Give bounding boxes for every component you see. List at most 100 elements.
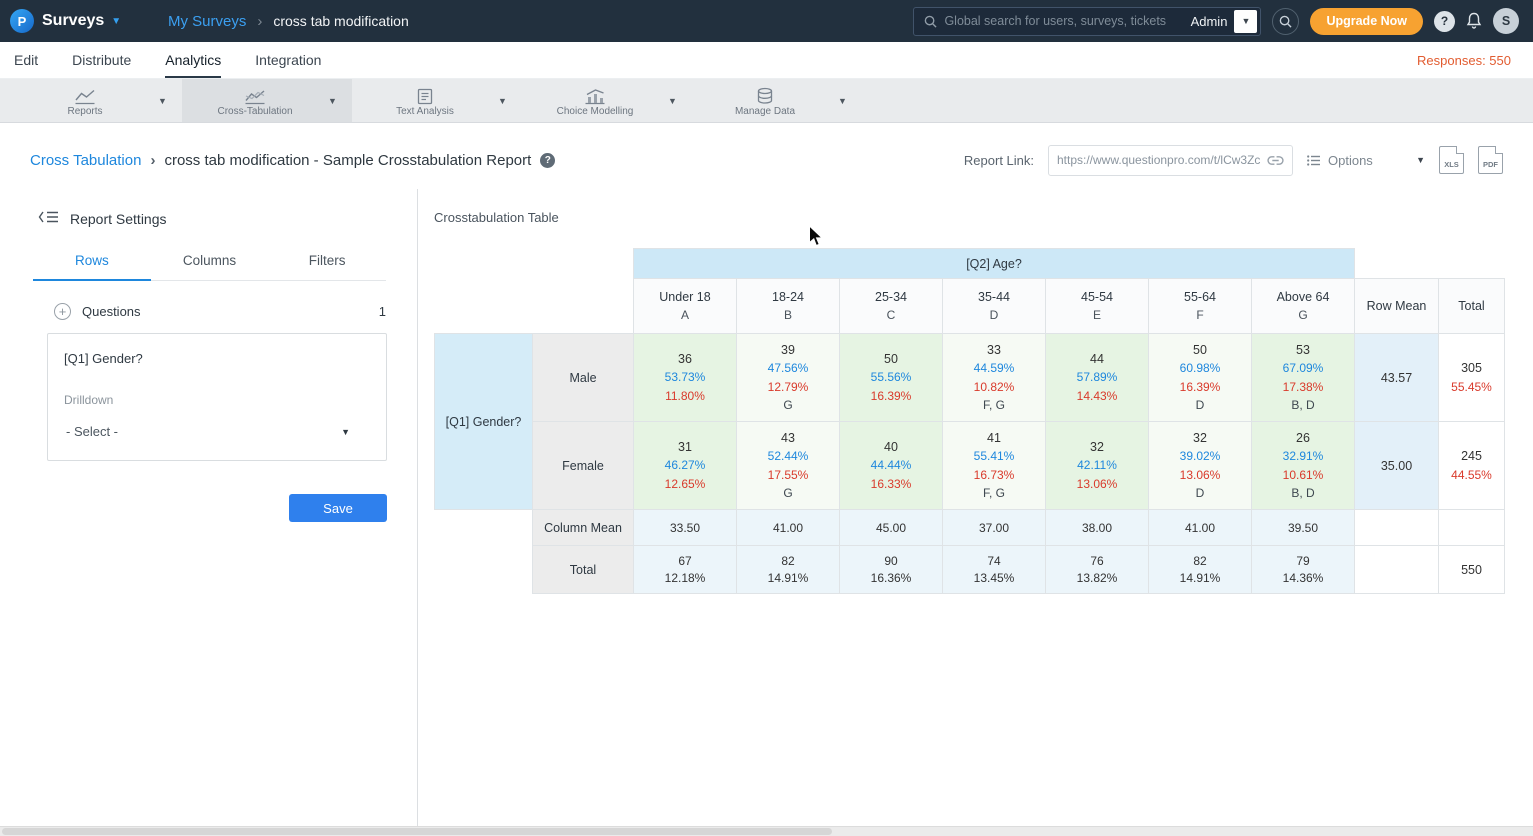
avatar[interactable]: S [1493, 8, 1519, 34]
line-chart-icon [74, 87, 96, 105]
brand: P Surveys ▼ [10, 9, 162, 33]
questions-count: 1 [379, 304, 386, 319]
report-actions: Report Link: https://www.questionpro.com… [964, 145, 1503, 176]
toolbar-item-label: Reports [67, 106, 102, 117]
chevron-down-icon[interactable]: ▼ [668, 96, 692, 106]
global-search[interactable]: Admin ▼ [913, 7, 1261, 36]
grand-total: 550 [1439, 546, 1505, 594]
add-questions-icon[interactable]: + [54, 303, 71, 320]
toolbar-item-reports[interactable]: Reports ▼ [12, 79, 182, 122]
toolbar-item-choice-modelling[interactable]: Choice Modelling▼ [522, 79, 692, 122]
subnav-tabs: Edit Distribute Analytics Integration [14, 42, 321, 78]
cell-male-18-24: 3947.56%12.79%G [737, 334, 840, 422]
row-group-header: [Q1] Gender? [435, 334, 533, 510]
toolbar-item-text-analysis[interactable]: Text Analysis ▼ [352, 79, 522, 122]
column-group-header: [Q2] Age? [634, 249, 1355, 279]
question-title: [Q1] Gender? [64, 351, 370, 366]
crosstab-area: Crosstabulation Table [Q2] Age?Under 18A… [418, 189, 1533, 826]
column-mean-35-44: 37.00 [943, 510, 1046, 546]
column-header-above-64: Above 64G [1252, 279, 1355, 334]
upgrade-button[interactable]: Upgrade Now [1310, 8, 1423, 35]
save-button[interactable]: Save [289, 494, 387, 522]
cell-male-45-54: 4457.89%14.43% [1046, 334, 1149, 422]
cell-female-45-54: 3242.11%13.06% [1046, 422, 1149, 510]
chevron-separator-icon: › [257, 13, 262, 30]
product-switcher[interactable]: Surveys ▼ [42, 12, 121, 30]
toolbar-item-label: Text Analysis [396, 106, 454, 117]
product-label: Surveys [42, 12, 104, 30]
table-row-female: Female3146.27%12.65%4352.44%17.55%G4044.… [435, 422, 1505, 510]
mouse-cursor [808, 225, 825, 248]
chevron-down-icon[interactable]: ▼ [328, 96, 352, 106]
column-mean-55-64: 41.00 [1149, 510, 1252, 546]
toolbar-item-manage-data[interactable]: Manage Data▼ [692, 79, 862, 122]
help-icon[interactable]: ? [1434, 11, 1455, 32]
total-header: Total [1439, 279, 1505, 334]
report-link-url: https://www.questionpro.com/t/lCw3Zc [1057, 153, 1261, 167]
column-total-45-54: 7613.82% [1046, 546, 1149, 594]
tab-integration[interactable]: Integration [255, 42, 321, 78]
column-headers-row: Under 18A18-24B25-34C35-44D45-54E55-64FA… [435, 279, 1505, 334]
cell-female-55-64: 3239.02%13.06%D [1149, 422, 1252, 510]
settings-tab-columns[interactable]: Columns [151, 243, 269, 281]
my-surveys-link[interactable]: My Surveys [168, 13, 246, 30]
logo-letter: P [18, 14, 27, 29]
row-mean-male: 43.57 [1355, 334, 1439, 422]
collapse-panel-icon[interactable] [38, 210, 59, 227]
settings-tab-rows[interactable]: Rows [33, 243, 151, 281]
chevron-down-icon: ▼ [341, 427, 350, 437]
topbar-breadcrumb: My Surveys › cross tab modification [168, 13, 409, 30]
cell-male-35-44: 3344.59%10.82%F, G [943, 334, 1046, 422]
settings-tabs: RowsColumnsFilters [33, 243, 386, 281]
column-total-25-34: 9016.36% [840, 546, 943, 594]
help-icon[interactable]: ? [540, 153, 555, 168]
cell-female-35-44: 4155.41%16.73%F, G [943, 422, 1046, 510]
link-icon[interactable] [1267, 155, 1284, 166]
row-total-female: 24544.55% [1439, 422, 1505, 510]
table-row-male: [Q1] Gender?Male3653.73%11.80%3947.56%12… [435, 334, 1505, 422]
notifications-icon[interactable] [1466, 12, 1482, 30]
cell-female-above-64: 2632.91%10.61%B, D [1252, 422, 1355, 510]
column-mean-label: Column Mean [533, 510, 634, 546]
toolbar-items: Reports▼Cross-Tabulation▼Text Analysis▼C… [12, 79, 862, 122]
chevron-down-icon[interactable]: ▼ [838, 96, 862, 106]
settings-tab-filters[interactable]: Filters [268, 243, 386, 281]
age-header-row: [Q2] Age? [435, 249, 1505, 279]
column-mean-above-64: 39.50 [1252, 510, 1355, 546]
export-xls-button[interactable]: XLS [1439, 146, 1464, 174]
questionpro-logo[interactable]: P [10, 9, 34, 33]
report-link-label: Report Link: [964, 153, 1034, 168]
row-mean-female: 35.00 [1355, 422, 1439, 510]
row-mean-header: Row Mean [1355, 279, 1439, 334]
tab-analytics[interactable]: Analytics [165, 42, 221, 78]
chevron-down-icon: ▼ [111, 16, 121, 27]
tab-edit[interactable]: Edit [14, 42, 38, 78]
total-row: Total6712.18%8214.91%9016.36%7413.45%761… [435, 546, 1505, 594]
search-button[interactable] [1272, 8, 1299, 35]
topbar: P Surveys ▼ My Surveys › cross tab modif… [0, 0, 1533, 42]
search-scope-dropdown[interactable]: ▼ [1234, 10, 1257, 33]
crosstab-table: [Q2] Age?Under 18A18-24B25-34C35-44D45-5… [434, 248, 1505, 594]
horizontal-scrollbar[interactable] [0, 826, 1533, 836]
chevron-down-icon[interactable]: ▼ [498, 96, 522, 106]
chevron-down-icon[interactable]: ▼ [158, 96, 182, 106]
analytics-toolbar: Reports▼Cross-Tabulation▼Text Analysis▼C… [0, 79, 1533, 123]
tab-distribute[interactable]: Distribute [72, 42, 131, 78]
toolbar-item-cross-tabulation[interactable]: Cross-Tabulation▼ [182, 79, 352, 122]
options-dropdown[interactable]: Options ▼ [1307, 153, 1425, 168]
column-total-under-18: 6712.18% [634, 546, 737, 594]
save-row: Save [0, 494, 387, 522]
subnav: EditDistributeAnalyticsIntegration Respo… [0, 42, 1533, 79]
drilldown-label: Drilldown [64, 393, 370, 407]
drilldown-select[interactable]: - Select - ▼ [64, 422, 370, 443]
options-label: Options [1328, 153, 1373, 168]
scrollbar-thumb[interactable] [2, 828, 832, 835]
pdf-icon: PDF [1483, 160, 1498, 169]
report-link-input[interactable]: https://www.questionpro.com/t/lCw3Zc [1048, 145, 1293, 176]
cell-female-25-34: 4044.44%16.33% [840, 422, 943, 510]
search-scope-label: Admin [1191, 14, 1228, 29]
export-pdf-button[interactable]: PDF [1478, 146, 1503, 174]
global-search-input[interactable] [944, 14, 1183, 28]
cross-tabulation-link[interactable]: Cross Tabulation [30, 152, 141, 169]
search-icon [924, 15, 937, 28]
